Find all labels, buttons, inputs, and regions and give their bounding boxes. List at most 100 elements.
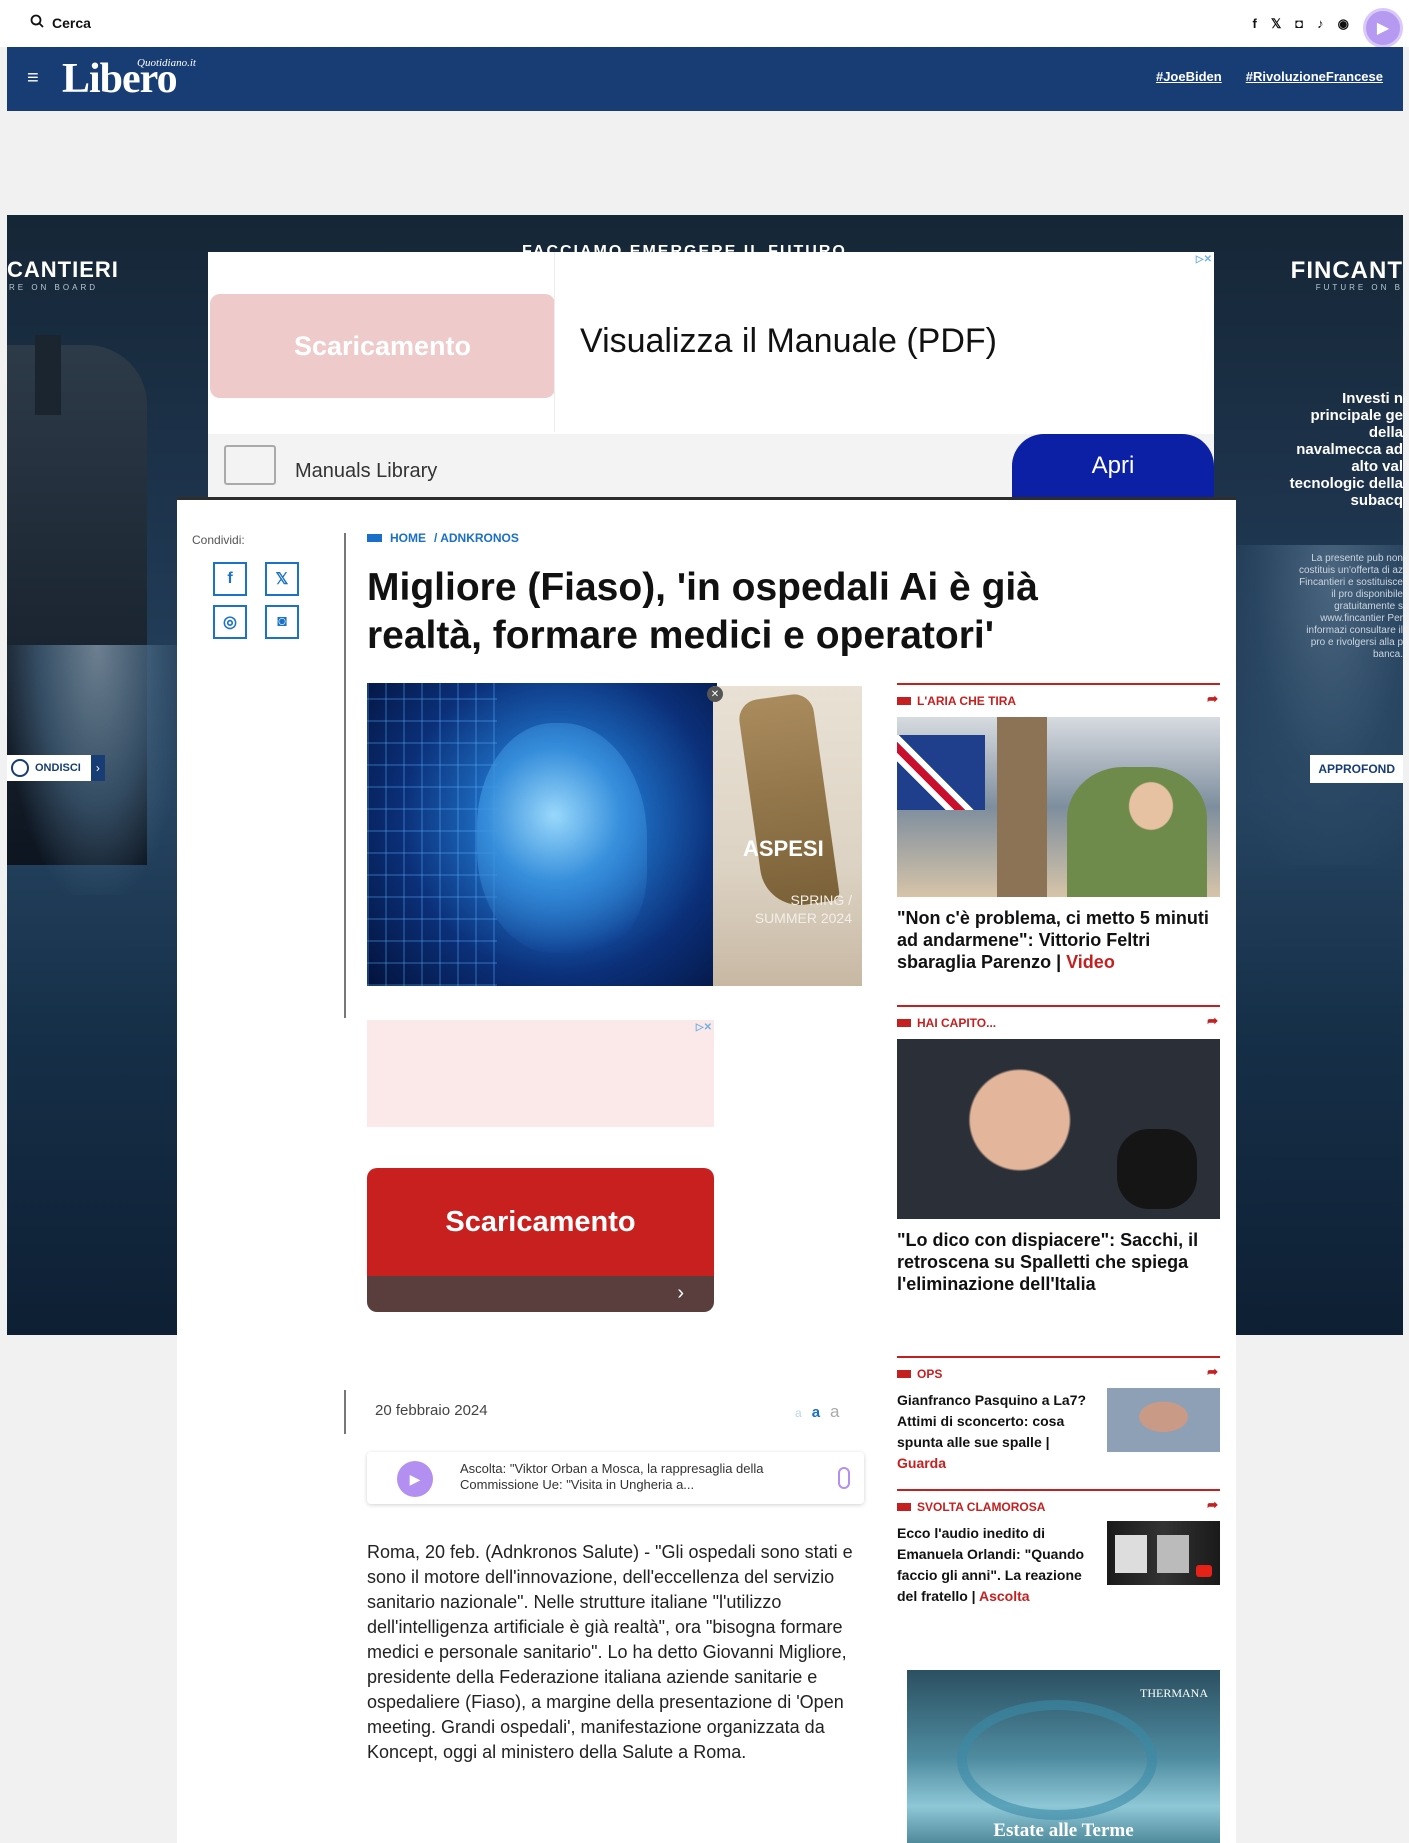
aspesi-brand: ASPESI — [743, 836, 824, 861]
breadcrumb-adnkronos[interactable]: / ADNKRONOS — [434, 531, 519, 545]
ad-choices-icon[interactable]: ▷✕ — [1196, 254, 1212, 265]
sidebar-label-text: L'ARIA CHE TIRA — [917, 694, 1017, 708]
site-header: ≡ Libero Quotidiano.it #JoeBiden #Rivolu… — [7, 47, 1403, 111]
download-ad-button[interactable]: Scaricamento — [367, 1168, 714, 1276]
download-ad-bottom — [367, 1276, 714, 1312]
share-arrow-icon[interactable]: ➦ — [1207, 1013, 1218, 1029]
skin-cta-right[interactable]: APPROFOND — [1310, 755, 1403, 783]
article-hero-image — [367, 683, 717, 986]
sidebar-title[interactable]: Gianfranco Pasquino a La7? Attimi di sco… — [897, 1390, 1097, 1474]
sidebar-item[interactable]: SVOLTA CLAMOROSA ➦ Ecco l'audio inedito … — [897, 1489, 1220, 1639]
label-marker — [897, 1503, 911, 1511]
sidebar-label: HAI CAPITO... — [897, 1016, 996, 1030]
article-body: Roma, 20 feb. (Adnkronos Salute) - "Gli … — [367, 1542, 853, 1762]
sidebar-image[interactable] — [897, 717, 1220, 897]
guest — [1067, 767, 1207, 897]
download-ad[interactable]: ▷✕ Scaricamento › — [367, 1020, 714, 1312]
date-rule — [344, 1390, 346, 1434]
font-size-small[interactable]: a — [795, 1406, 802, 1420]
sidebar-label-text: OPS — [917, 1367, 943, 1381]
book-icon — [224, 445, 276, 485]
microphones — [1117, 1129, 1197, 1209]
thermana-logo: THERMANA — [1140, 1686, 1208, 1700]
facebook-icon[interactable]: f — [1252, 16, 1256, 32]
aspesi-product — [736, 691, 841, 911]
skin-right-copy: Investi n principale ge della navalmecca… — [1289, 390, 1403, 509]
tag-joebiden[interactable]: #JoeBiden — [1156, 69, 1222, 84]
sidebar-thumbnail[interactable] — [1107, 1388, 1220, 1452]
label-marker — [897, 1019, 911, 1027]
thermana-ad[interactable]: THERMANA Estate alle Terme — [907, 1670, 1220, 1843]
photo-2 — [1157, 1535, 1189, 1573]
social-links: f 𝕏 ◘ ♪ ◉ — [1252, 16, 1349, 32]
chevron-right-icon: › — [90, 755, 105, 781]
share-arrow-icon[interactable]: ➦ — [1207, 691, 1218, 707]
page: Cerca f 𝕏 ◘ ♪ ◉ ▶ ≡ Libero Quotidiano.it… — [0, 0, 1409, 1843]
download-ad-top — [367, 1020, 714, 1127]
sidebar-label-text: HAI CAPITO... — [917, 1016, 997, 1030]
sidebar-tag: Guarda — [897, 1455, 947, 1471]
sidebar-image[interactable] — [897, 1039, 1220, 1219]
sidebar-label: SVOLTA CLAMOROSA — [897, 1500, 1045, 1514]
skin-cta-left[interactable]: ONDISCI › — [7, 755, 105, 781]
article-card: Condividi: f 𝕏 ◎ ◙ HOME / ADNKRONOS Migl… — [177, 497, 1236, 1843]
youtube-icon — [1196, 1565, 1212, 1577]
audio-play-icon[interactable]: ▶ — [1363, 8, 1403, 48]
sidebar-label: OPS — [897, 1367, 942, 1381]
share-instagram-icon[interactable]: ◙ — [265, 605, 299, 639]
skin-brand-left: CANTIERI — [7, 257, 119, 282]
sidebar-item[interactable]: HAI CAPITO... ➦ "Lo dico con dispiacere"… — [897, 1005, 1220, 1325]
sidebar-thumbnail[interactable] — [1107, 1521, 1220, 1585]
sidebar-tag: Ascolta — [978, 1588, 1030, 1604]
photo-1 — [1115, 1535, 1147, 1573]
ad-choices-icon[interactable]: ▷✕ — [696, 1022, 712, 1033]
sidebar-item[interactable]: L'ARIA CHE TIRA ➦ "Non c'è problema, ci … — [897, 683, 1220, 1003]
instagram-icon[interactable]: ◘ — [1295, 16, 1303, 32]
share-arrow-icon[interactable]: ➦ — [1207, 1364, 1218, 1380]
tiktok-icon[interactable]: ♪ — [1317, 16, 1324, 32]
hamburger-menu-icon[interactable]: ≡ — [27, 67, 39, 90]
share-arrow-icon[interactable]: ➦ — [1207, 1497, 1218, 1513]
article-date: 20 febbraio 2024 — [375, 1402, 488, 1419]
share-x-icon[interactable]: 𝕏 — [265, 562, 299, 596]
cursor-icon — [11, 759, 29, 777]
search-button[interactable]: Cerca — [30, 14, 91, 31]
aspesi-ad[interactable]: ASPESI SPRING / SUMMER 2024 — [713, 686, 862, 986]
manual-ad[interactable]: ▷✕ Scaricamento Visualizza il Manuale (P… — [208, 252, 1214, 498]
pool-ring — [957, 1700, 1157, 1820]
ad-title[interactable]: Visualizza il Manuale (PDF) — [580, 322, 997, 361]
audio-player[interactable]: ▶ Ascolta: "Viktor Orban a Mosca, la rap… — [367, 1452, 864, 1504]
share-facebook-icon[interactable]: f — [213, 562, 247, 596]
breadcrumb-home[interactable]: HOME — [390, 531, 426, 545]
label-marker — [897, 1370, 911, 1378]
sidebar-title-text: Gianfranco Pasquino a La7? Attimi di sco… — [897, 1392, 1087, 1450]
tag-rivoluzione-francese[interactable]: #RivoluzioneFrancese — [1246, 69, 1383, 84]
sidebar-title[interactable]: "Lo dico con dispiacere": Sacchi, il ret… — [897, 1229, 1220, 1295]
search-icon — [30, 14, 44, 31]
breadcrumb-marker — [367, 534, 382, 542]
article-title: Migliore (Fiaso), 'in ospedali Ai è già … — [367, 566, 1038, 657]
sidebar-label-text: SVOLTA CLAMOROSA — [917, 1500, 1046, 1514]
x-icon[interactable]: 𝕏 — [1271, 16, 1281, 32]
sidebar-item[interactable]: OPS ➦ Gianfranco Pasquino a La7? Attimi … — [897, 1356, 1220, 1486]
big-ben — [997, 717, 1047, 897]
sidebar-title[interactable]: "Non c'è problema, ci metto 5 minuti ad … — [897, 907, 1220, 973]
search-label: Cerca — [52, 14, 91, 31]
share-whatsapp-icon[interactable]: ◎ — [213, 605, 247, 639]
font-size-large[interactable]: a — [830, 1402, 839, 1422]
submarine-tower — [35, 335, 61, 415]
font-size-medium[interactable]: a — [812, 1404, 820, 1421]
thermana-title: Estate alle Terme — [993, 1820, 1134, 1841]
breadcrumb: HOME / ADNKRONOS — [367, 531, 519, 545]
ad-close-icon[interactable]: ✕ — [707, 686, 723, 702]
ad-download-button[interactable]: Scaricamento — [210, 294, 555, 398]
article-rule — [344, 533, 346, 1018]
site-logo-sup: Quotidiano.it — [137, 57, 196, 69]
sidebar-title[interactable]: Ecco l'audio inedito di Emanuela Orlandi… — [897, 1523, 1097, 1607]
headphones-icon — [838, 1467, 850, 1489]
aspesi-season: SPRING / SUMMER 2024 — [754, 892, 852, 926]
whatsapp-icon[interactable]: ◉ — [1338, 16, 1349, 32]
ad-open-button[interactable]: Apri — [1012, 434, 1214, 498]
audio-title: Ascolta: "Viktor Orban a Mosca, la rappr… — [460, 1461, 764, 1492]
play-icon[interactable]: ▶ — [397, 1461, 433, 1497]
